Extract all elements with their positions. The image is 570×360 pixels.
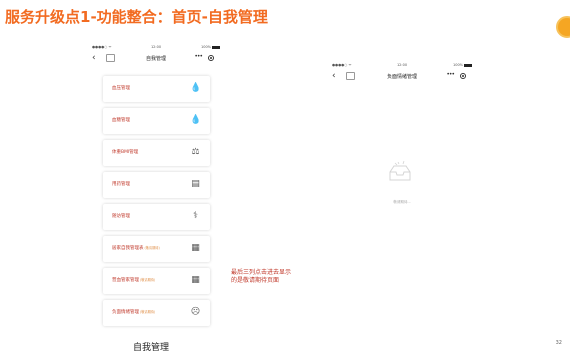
battery-icon bbox=[212, 45, 220, 49]
slide-title: 服务升级点1-功能整合：首页-自我管理 bbox=[5, 8, 268, 26]
menu-item-weight-bmi[interactable]: 体重BMI管理 ⚖ bbox=[103, 140, 210, 166]
empty-box-icon bbox=[384, 158, 416, 184]
battery-text: 100% bbox=[200, 45, 211, 49]
more-menu-icon[interactable]: ••• bbox=[446, 71, 455, 78]
coming-soon-tag: (敬请期待) bbox=[140, 310, 156, 314]
status-bar: ●●●●○ ᯤ 12:00 100% bbox=[332, 60, 472, 70]
coming-soon-tag: (敬请期待) bbox=[144, 246, 160, 250]
nav-bar: ‹ 自我管理 ••• bbox=[92, 52, 220, 66]
battery-indicator: 100% bbox=[453, 63, 472, 67]
menu-item-text: 负面情绪管理 bbox=[112, 310, 139, 315]
menu-item-text: 营血管家管理 bbox=[112, 278, 139, 283]
menu-item-text: 随访管理 bbox=[112, 214, 130, 219]
page-number: 32 bbox=[555, 340, 562, 346]
annotation-line: 的是敬请期待页面 bbox=[231, 277, 280, 284]
phone-caption: 自我管理 bbox=[133, 343, 170, 353]
menu-item-text: 体重BMI管理 bbox=[112, 150, 139, 155]
self-management-menu: 血压管理 💧 血糖管理 💧 体重BMI管理 ⚖ 用药管理 ▤ 随访管理 ⚕ 居家… bbox=[103, 76, 210, 332]
scale-icon: ⚖ bbox=[191, 147, 200, 157]
stethoscope-icon: ⚕ bbox=[193, 211, 198, 221]
menu-item-label: 负面情绪管理(敬请期待) bbox=[112, 309, 155, 315]
close-capsule-icon[interactable] bbox=[460, 73, 466, 79]
empty-state-text: 敬请期待... bbox=[393, 200, 411, 204]
more-menu-icon[interactable]: ••• bbox=[194, 53, 203, 60]
close-capsule-icon[interactable] bbox=[208, 55, 214, 61]
menu-item-blood-sugar[interactable]: 血糖管理 💧 bbox=[103, 108, 210, 134]
status-bar: ●●●●○ ᯤ 12:00 100% bbox=[92, 42, 220, 52]
glucose-drop-icon: 💧 bbox=[190, 115, 202, 125]
menu-item-label: 体重BMI管理 bbox=[112, 149, 138, 155]
menu-item-home-self-management[interactable]: 居家自我管理表(敬请期待) ▦ bbox=[103, 236, 210, 262]
menu-item-label: 用药管理 bbox=[112, 181, 130, 187]
coming-soon-tag: (敬请期待) bbox=[140, 278, 156, 282]
nav-bar: ‹ 负面情绪管理 ••• bbox=[332, 70, 472, 84]
clipboard-icon: ▦ bbox=[191, 243, 200, 253]
menu-item-label: 营血管家管理(敬请期待) bbox=[112, 277, 155, 283]
menu-item-text: 血糖管理 bbox=[112, 118, 130, 123]
status-time: 12:00 bbox=[396, 63, 408, 67]
menu-item-nutrition-management[interactable]: 营血管家管理(敬请期待) ▦ bbox=[103, 268, 210, 294]
menu-item-label: 血糖管理 bbox=[112, 117, 130, 123]
pill-bottle-icon: ▤ bbox=[191, 179, 200, 189]
phone-negative-emotion: ●●●●○ ᯤ 12:00 100% ‹ 负面情绪管理 ••• 敬请期待... bbox=[332, 60, 472, 220]
menu-item-label: 居家自我管理表(敬请期待) bbox=[112, 245, 160, 251]
menu-item-medication[interactable]: 用药管理 ▤ bbox=[103, 172, 210, 198]
menu-item-negative-emotion[interactable]: 负面情绪管理(敬请期待) ☹ bbox=[103, 300, 210, 326]
menu-item-text: 血压管理 bbox=[112, 86, 130, 91]
battery-text: 100% bbox=[452, 63, 463, 67]
empty-box-svg bbox=[389, 160, 411, 181]
annotation-line: 最后三列点击进去显示 bbox=[231, 269, 292, 276]
blood-drop-icon: 💧 bbox=[190, 83, 202, 93]
orange-circle-logo bbox=[556, 16, 570, 38]
sad-face-icon: ☹ bbox=[190, 307, 201, 317]
menu-item-label: 血压管理 bbox=[112, 85, 130, 91]
clipboard-icon: ▦ bbox=[191, 275, 200, 285]
annotation-note: 最后三列点击进去显示 的是敬请期待页面 bbox=[231, 269, 331, 285]
menu-item-text: 用药管理 bbox=[112, 182, 130, 187]
battery-icon bbox=[464, 63, 472, 67]
menu-item-label: 随访管理 bbox=[112, 213, 130, 219]
menu-item-blood-pressure[interactable]: 血压管理 💧 bbox=[103, 76, 210, 102]
menu-item-text: 居家自我管理表 bbox=[112, 246, 144, 251]
menu-item-follow-up[interactable]: 随访管理 ⚕ bbox=[103, 204, 210, 230]
battery-indicator: 100% bbox=[201, 45, 220, 49]
